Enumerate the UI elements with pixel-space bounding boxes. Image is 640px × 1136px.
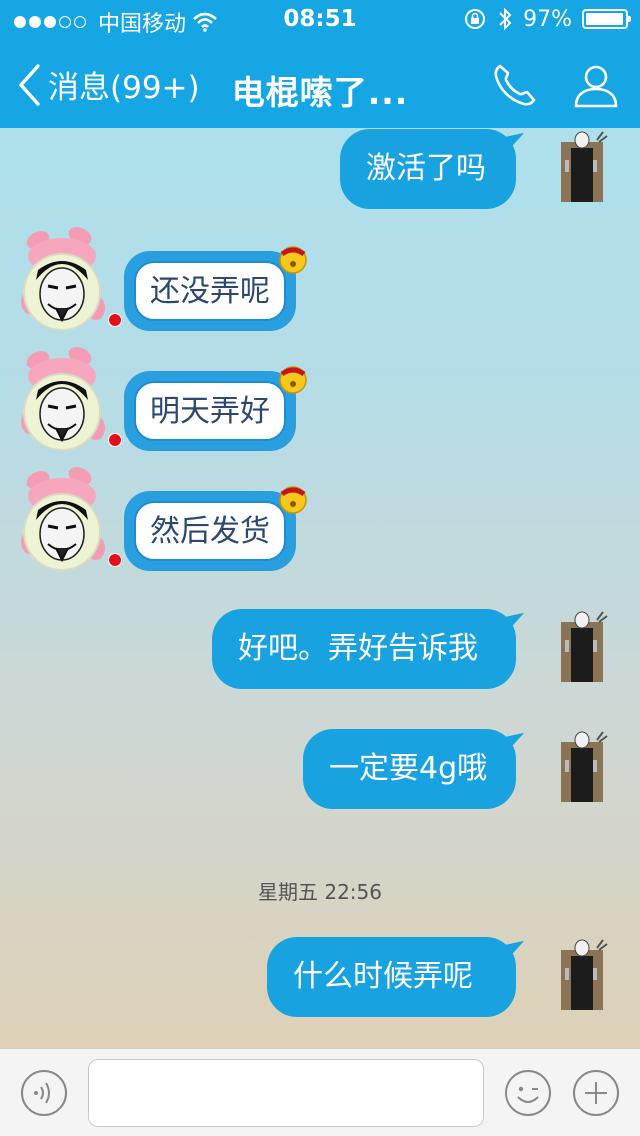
navigation-bar: 消息(99+) 电棍嗦了... xyxy=(0,40,640,128)
status-right: 97% xyxy=(463,6,631,32)
unread-dot xyxy=(108,553,122,567)
message-text: 一定要4g哦 xyxy=(329,751,488,786)
own-avatar[interactable] xyxy=(553,730,611,802)
message-bubble-outgoing[interactable]: 激活了吗 xyxy=(340,129,516,209)
message-bubble-outgoing[interactable]: 什么时候弄呢 xyxy=(267,937,516,1017)
message-text: 然后发货 xyxy=(150,514,270,549)
message-timestamp: 星期五 22:56 xyxy=(258,880,382,904)
bluetooth-icon xyxy=(499,7,512,31)
own-avatar[interactable] xyxy=(553,938,611,1010)
header: 中国移动 08:51 97% 消息(99+) 电棍嗦了... xyxy=(0,0,640,128)
emoji-icon[interactable] xyxy=(504,1069,552,1117)
contact-avatar[interactable] xyxy=(18,222,106,334)
plus-icon[interactable] xyxy=(572,1069,620,1117)
own-avatar[interactable] xyxy=(553,610,611,682)
unread-dot xyxy=(108,433,122,447)
profile-icon[interactable] xyxy=(570,60,622,112)
message-text: 明天弄好 xyxy=(150,394,270,429)
contact-avatar[interactable] xyxy=(18,342,106,454)
battery-icon xyxy=(582,9,631,29)
battery-percent: 97% xyxy=(523,6,572,32)
message-bubble-outgoing[interactable]: 一定要4g哦 xyxy=(303,729,516,809)
message-text: 什么时候弄呢 xyxy=(293,959,473,994)
message-bubble-incoming[interactable]: 还没弄呢 xyxy=(124,251,296,331)
message-bubble-incoming[interactable]: 明天弄好 xyxy=(124,371,296,451)
nav-actions xyxy=(488,60,622,112)
bell-icon xyxy=(279,486,307,514)
own-avatar[interactable] xyxy=(553,130,611,202)
status-bar: 中国移动 08:51 97% xyxy=(0,0,640,40)
contact-avatar[interactable] xyxy=(18,462,106,574)
message-bubble-incoming[interactable]: 然后发货 xyxy=(124,491,296,571)
phone-icon[interactable] xyxy=(488,60,540,112)
battery-level xyxy=(586,13,623,25)
message-bubble-outgoing[interactable]: 好吧。弄好告诉我 xyxy=(212,609,516,689)
message-text: 激活了吗 xyxy=(366,151,486,186)
voice-icon[interactable] xyxy=(20,1069,68,1117)
message-text: 好吧。弄好告诉我 xyxy=(238,631,478,666)
unread-dot xyxy=(108,313,122,327)
bell-icon xyxy=(279,366,307,394)
rotation-lock-icon xyxy=(465,9,486,29)
input-bar xyxy=(0,1048,640,1136)
bell-icon xyxy=(279,246,307,274)
message-text: 还没弄呢 xyxy=(150,274,270,309)
message-input[interactable] xyxy=(88,1059,484,1127)
